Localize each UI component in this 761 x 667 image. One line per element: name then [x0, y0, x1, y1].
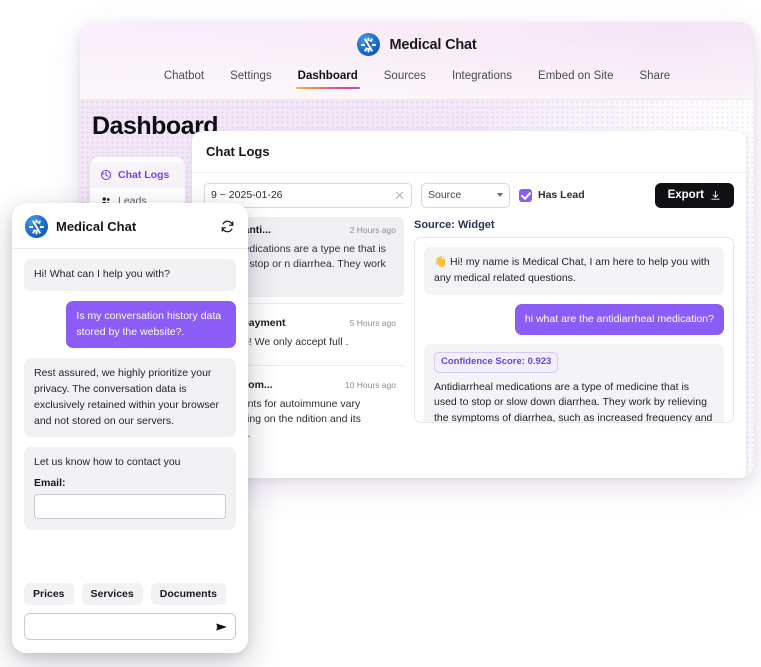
message-bot: Rest assured, we highly prioritize your …: [24, 358, 236, 438]
refresh-icon[interactable]: [220, 219, 235, 234]
tab-sources[interactable]: Sources: [384, 70, 426, 89]
nav-tabs: Chatbot Settings Dashboard Sources Integ…: [80, 70, 754, 89]
chat-logs-content: re the anti... 2 Hours ago heal medicati…: [192, 217, 746, 440]
suggestion-chip-documents[interactable]: Documents: [150, 583, 226, 605]
send-icon[interactable]: [215, 620, 228, 633]
message-bot: Confidence Score: 0.923 Antidiarrheal me…: [424, 344, 724, 423]
source-select[interactable]: Source: [421, 182, 510, 208]
tab-dashboard[interactable]: Dashboard: [295, 70, 360, 89]
panel-title: Chat Logs: [192, 131, 746, 173]
confidence-score-badge: Confidence Score: 0.923: [434, 352, 559, 373]
message-text: Antidiarrheal medications are a type of …: [434, 380, 713, 423]
message-text: hi what are the antidiarrheal medication…: [514, 303, 724, 336]
message-text: Is my conversation history data stored b…: [66, 300, 236, 349]
chat-logs-toolbar: 9 ~ 2025-01-26 ✕ Source Has Lead Export: [192, 173, 746, 217]
export-button-label: Export: [667, 189, 704, 201]
snowflake-logo-icon: [25, 215, 48, 238]
conversation-transcript: 👋 Hi! my name is Medical Chat, I am here…: [414, 237, 734, 423]
conversation-source: Source: Widget: [414, 219, 495, 231]
tab-integrations[interactable]: Integrations: [452, 70, 512, 89]
chat-composer: [12, 613, 248, 653]
message-bot: 👋 Hi! my name is Medical Chat, I am here…: [424, 247, 724, 295]
date-range-value: 9 ~ 2025-01-26: [211, 189, 283, 201]
lead-form: Let us know how to contact you Email:: [24, 447, 236, 531]
chat-widget: Medical Chat Hi! What can I help you wit…: [12, 203, 248, 653]
message-user: hi what are the antidiarrheal medication…: [424, 303, 724, 336]
snowflake-logo-icon: [357, 33, 381, 56]
chevron-down-icon: [497, 193, 503, 197]
tab-settings[interactable]: Settings: [230, 70, 272, 89]
close-icon[interactable]: ✕: [394, 189, 405, 202]
app-header: Medical Chat Chatbot Settings Dashboard …: [80, 22, 754, 100]
brand-name: Medical Chat: [389, 36, 477, 53]
tab-chatbot[interactable]: Chatbot: [164, 70, 204, 89]
brand: Medical Chat: [80, 22, 754, 56]
screen: Medical Chat Chatbot Settings Dashboard …: [0, 0, 761, 667]
log-timestamp: 5 Hours ago: [349, 317, 396, 328]
checkbox-checked-icon: [519, 188, 532, 202]
chat-widget-header: Medical Chat: [12, 203, 248, 249]
chat-input[interactable]: [25, 614, 235, 639]
tab-share[interactable]: Share: [639, 70, 670, 89]
tab-embed-on-site[interactable]: Embed on Site: [538, 70, 613, 89]
email-field-label: Email:: [34, 477, 66, 490]
log-timestamp: 10 Hours ago: [344, 379, 396, 390]
chat-widget-title: Medical Chat: [56, 219, 137, 234]
suggestion-chip-services[interactable]: Services: [81, 583, 143, 605]
chat-widget-messages: Hi! What can I help you with? Is my conv…: [12, 249, 248, 583]
log-timestamp: 2 Hours ago: [349, 225, 396, 235]
chat-logs-panel: Chat Logs 9 ~ 2025-01-26 ✕ Source Has Le…: [192, 131, 746, 478]
message-user: Is my conversation history data stored b…: [24, 300, 236, 349]
sidebar-item-label: Chat Logs: [118, 169, 170, 181]
message-text: 👋 Hi! my name is Medical Chat, I am here…: [424, 247, 724, 295]
has-lead-checkbox[interactable]: Has Lead: [519, 188, 585, 202]
suggestion-chips: Prices Services Documents: [12, 583, 248, 613]
clock-history-icon: [100, 169, 112, 181]
has-lead-label: Has Lead: [538, 189, 585, 201]
source-select-value: Source: [428, 189, 462, 201]
export-button[interactable]: Export: [654, 182, 734, 208]
conversation-detail: Source: Widget 👋 Hi! my name is Medical …: [414, 217, 734, 431]
sidebar-item-chat-logs[interactable]: Chat Logs: [90, 162, 185, 188]
suggestion-chip-prices[interactable]: Prices: [24, 583, 74, 605]
email-field[interactable]: [34, 494, 226, 520]
lead-form-title: Let us know how to contact you: [34, 456, 181, 469]
download-icon: [711, 190, 720, 200]
message-bot: Hi! What can I help you with?: [24, 259, 236, 291]
